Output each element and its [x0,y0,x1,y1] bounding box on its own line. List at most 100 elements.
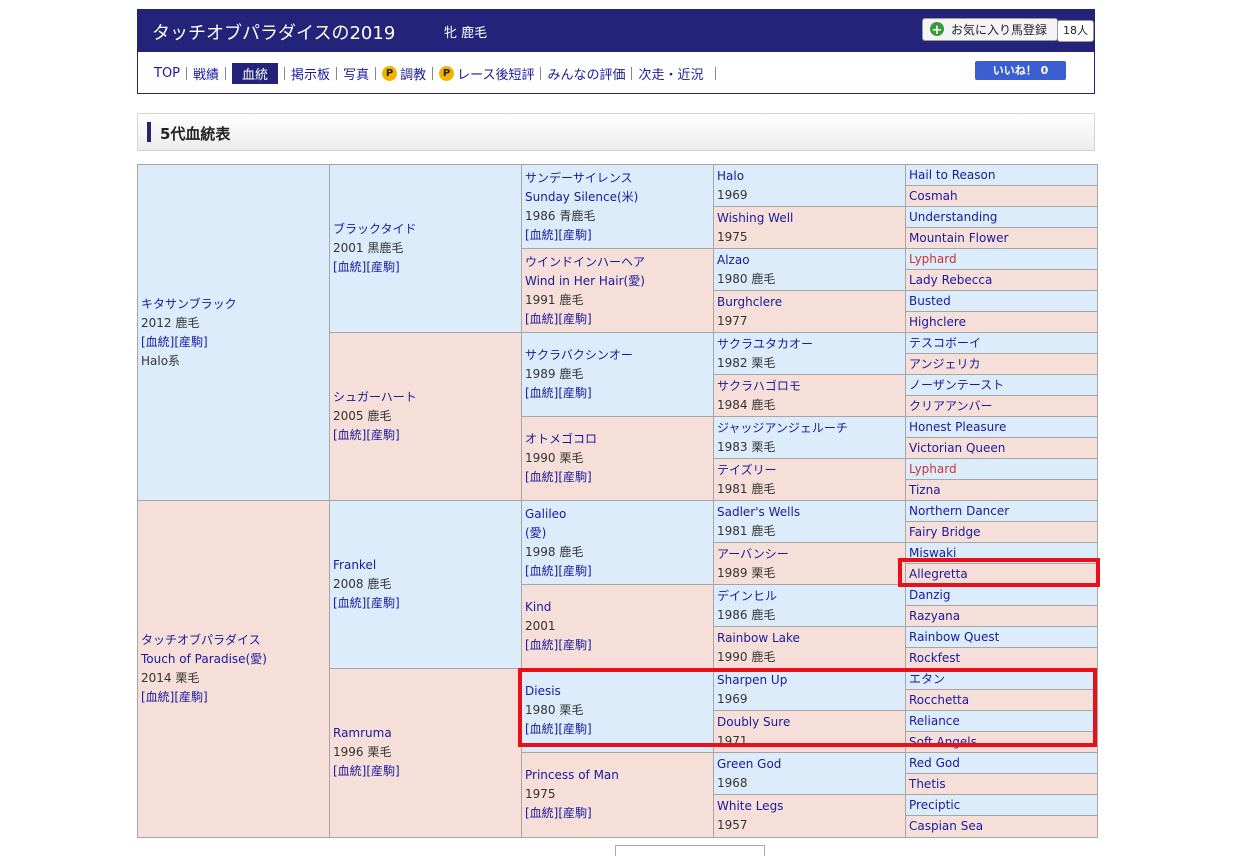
horse-name-link[interactable]: Thetis [909,777,946,791]
horse-name-link[interactable]: Honest Pleasure [909,420,1006,434]
horse-year-color: 1998 鹿毛 [525,544,584,559]
nav-item-4[interactable]: 写真 [337,64,375,83]
horse-name-link[interactable]: ジャッジアンジェルーチ [717,421,848,435]
horse-name-link[interactable]: Kind [525,600,551,614]
horse-name-link[interactable]: Rainbow Quest [909,630,999,644]
horse-name-link[interactable]: サンデーサイレンス [525,171,633,185]
pedigree-cell-g2: シュガーハート 2005 鹿毛 [血統][産駒] [329,332,522,502]
horse-name-link[interactable]: サクラユタカオー [717,337,813,351]
horse-name-link[interactable]: Cosmah [909,189,958,203]
horse-name-link[interactable]: オトメゴコロ [525,432,597,446]
pedigree-offspring-links[interactable]: [血統][産駒] [333,596,400,610]
horse-name-link[interactable]: Tizna [909,483,941,497]
pedigree-cell-g5: Razyana [905,605,1098,628]
horse-name-link[interactable]: サクラハゴロモ [717,379,801,393]
horse-name-link[interactable]: Lyphard [909,462,957,476]
nav-item-6[interactable]: P レース後短評 [433,64,540,83]
horse-year-color: 1991 鹿毛 [525,292,584,307]
horse-year-color: 2001 [525,619,556,634]
pedigree-offspring-links[interactable]: [血統][産駒] [525,806,592,820]
pedigree-cell-g4: Sadler's Wells 1981 鹿毛 [713,500,906,544]
horse-name-link[interactable]: タッチオブパラダイス [141,633,261,647]
horse-name-link[interactable]: Ramruma [333,726,392,740]
favorite-register-button[interactable]: お気に入り馬登録 [922,18,1059,42]
horse-alt-name-link[interactable]: (愛) [525,526,546,540]
horse-name-link[interactable]: ノーザンテースト [909,378,1004,392]
pedigree-offspring-links[interactable]: [血統][産駒] [333,428,400,442]
horse-name-link[interactable]: Red God [909,756,960,770]
horse-name-link[interactable]: Victorian Queen [909,441,1005,455]
horse-name-link[interactable]: Lady Rebecca [909,273,992,287]
horse-name-link[interactable]: アンジェリカ [909,357,981,371]
pedigree-offspring-links[interactable]: [血統][産駒] [525,470,592,484]
nav-item-7[interactable]: みんなの評価 [541,64,631,83]
pedigree-offspring-links[interactable]: [血統][産駒] [141,335,208,349]
nav-item-5[interactable]: P 調教 [376,64,432,83]
nav-item-0[interactable]: TOP [154,66,186,81]
horse-year-color: 2012 鹿毛 [141,315,200,330]
horse-name-link[interactable]: Razyana [909,609,960,623]
horse-name-link[interactable]: Sadler's Wells [717,505,800,519]
horse-name-link[interactable]: Highclere [909,315,966,329]
horse-name-link[interactable]: デインヒル [717,589,777,603]
pedigree-cell-g3: ウインドインハーヘア Wind in Her Hair(愛) 1991 鹿毛 [血統]… [521,248,714,334]
horse-name-link[interactable]: アーバンシー [717,547,789,561]
horse-alt-name-link[interactable]: Sunday Silence(米) [525,190,638,204]
horse-name-link[interactable]: White Legs [717,799,783,813]
horse-name-link[interactable]: Mountain Flower [909,231,1008,245]
pedigree-offspring-links[interactable]: [血統][産駒] [141,690,208,704]
pedigree-cell-g4: Alzao 1980 鹿毛 [713,248,906,292]
horse-name-link[interactable]: Hail to Reason [909,168,995,182]
horse-name-link[interactable]: シュガーハート [333,390,417,404]
horse-name-link[interactable]: Wishing Well [717,211,793,225]
horse-name-link[interactable]: Halo [717,169,744,183]
pedigree-offspring-links[interactable]: [血統][産駒] [333,764,400,778]
nav-item-8[interactable]: 次走・近況 [632,64,709,83]
horse-name-link[interactable]: Rainbow Lake [717,631,800,645]
pedigree-cell-g5: Northern Dancer [905,500,1098,523]
horse-name-link[interactable]: Alzao [717,253,750,267]
horse-name-link[interactable]: Fairy Bridge [909,525,980,539]
horse-name-link[interactable]: Lyphard [909,252,957,266]
nav-item-3[interactable]: 掲示板 [285,64,336,83]
horse-name-link[interactable]: Busted [909,294,951,308]
horse-name-link[interactable]: ブラックタイド [333,222,417,236]
horse-name-link[interactable]: テイズリー [717,463,777,477]
horse-title: タッチオブパラダイスの2019 [152,23,396,44]
pedigree-cell-g5: アンジェリカ [905,353,1098,376]
pedigree-offspring-links[interactable]: [血統][産駒] [525,564,592,578]
pedigree-offspring-links[interactable]: [血統][産駒] [525,386,592,400]
horse-name-link[interactable]: Burghclere [717,295,782,309]
horse-year-color: 1984 鹿毛 [717,397,776,412]
horse-year-color: 1968 [717,775,748,790]
horse-name-link[interactable]: キタサンブラック [141,297,237,311]
horse-alt-name-link[interactable]: Touch of Paradise(愛) [141,652,267,666]
page-stub-button[interactable] [615,845,765,856]
horse-name-link[interactable]: Galileo [525,507,566,521]
horse-name-link[interactable]: Danzig [909,588,950,602]
horse-name-link[interactable]: Northern Dancer [909,504,1009,518]
horse-name-link[interactable]: テスコボーイ [909,336,981,350]
pedigree-cell-g3: Galileo (愛) 1998 鹿毛 [血統][産駒] [521,500,714,586]
nav-item-label: 調教 [400,67,427,83]
horse-name-link[interactable]: Princess of Man [525,768,619,782]
pedigree-offspring-links[interactable]: [血統][産駒] [525,638,592,652]
like-button[interactable]: いいね！ 0 [975,61,1066,80]
horse-name-link[interactable]: Preciptic [909,798,960,812]
horse-name-link[interactable]: サクラバクシンオー [525,348,633,362]
horse-name-link[interactable]: Caspian Sea [909,819,983,833]
pedigree-offspring-links[interactable]: [血統][産駒] [333,260,400,274]
pedigree-offspring-links[interactable]: [血統][産駒] [525,312,592,326]
pedigree-offspring-links[interactable]: [血統][産駒] [525,228,592,242]
horse-name-link[interactable]: Understanding [909,210,997,224]
horse-name-link[interactable]: ウインドインハーヘア [525,255,645,269]
pedigree-cell-g3: オトメゴコロ 1990 栗毛 [血統][産駒] [521,416,714,502]
nav-item-1[interactable]: 戦績 [187,64,225,83]
horse-name-link[interactable]: クリアアンバー [909,399,993,413]
horse-name-link[interactable]: Rockfest [909,651,960,665]
horse-name-link[interactable]: Green God [717,757,781,771]
pedigree-cell-g4: White Legs 1957 [713,794,906,838]
horse-alt-name-link[interactable]: Wind in Her Hair(愛) [525,274,645,288]
horse-name-link[interactable]: Frankel [333,558,376,572]
nav-item-2[interactable]: 血統 [232,62,279,84]
